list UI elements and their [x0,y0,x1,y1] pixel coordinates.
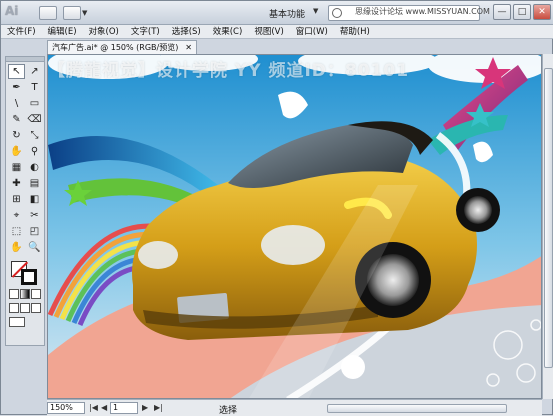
scale-tool-icon[interactable]: ⤡ [26,128,43,143]
document-tab[interactable]: 汽车广告.ai* @ 150% (RGB/预览) ✕ [47,40,197,54]
last-page-icon[interactable]: ▶| [154,403,163,412]
workspace-switcher[interactable]: 基本功能 [269,7,305,20]
stroke-swatch[interactable] [21,269,37,285]
rectangle-tool-icon[interactable]: ▭ [26,96,43,111]
vertical-scrollbar[interactable] [542,54,553,399]
fill-stroke-swatches [9,259,41,285]
selection-tool-icon[interactable]: ↖ [8,64,25,79]
arrange-documents-icon[interactable] [63,6,81,20]
horizontal-scroll-thumb[interactable] [327,404,507,413]
tools-panel: ↖ ↗ ✒ T \ ▭ ✎ ⌫ ↻ ⤡ ✋ ⚲ ▦ ◐ ✚ ▤ ⊞ ◧ ⌖ ✂ … [5,56,45,346]
status-mode-label: 选择 [219,406,238,416]
menu-help[interactable]: 帮助(H) [334,25,376,39]
minimize-button[interactable]: — [493,4,511,20]
next-page-icon[interactable]: ▶ [142,403,148,412]
menu-edit[interactable]: 编辑(E) [42,25,83,39]
live-paint-tool-icon[interactable]: ⌖ [8,208,25,223]
slice-tool-icon[interactable]: ◰ [26,224,43,239]
menu-view[interactable]: 视图(V) [248,25,289,39]
blend-tool-icon[interactable]: ◧ [26,192,43,207]
maximize-button[interactable]: □ [513,4,531,20]
menu-window[interactable]: 窗口(W) [290,25,334,39]
window-controls: — □ ✕ [493,4,551,20]
tool-grid: ↖ ↗ ✒ T \ ▭ ✎ ⌫ ↻ ⤡ ✋ ⚲ ▦ ◐ ✚ ▤ ⊞ ◧ ⌖ ✂ … [6,62,44,257]
illustrator-window: Ai ▼ 基本功能 ▼ 思缘设计论坛 www.MISSYUAN.COM — □ … [0,0,553,416]
warp-tool-icon[interactable]: ✋ [8,144,25,159]
gradient-tool-icon[interactable]: ▤ [26,176,43,191]
draw-normal-icon[interactable] [9,303,19,313]
white-dot [341,355,365,379]
prev-page-icon[interactable]: ◀ [101,403,107,412]
scissors-tool-icon[interactable]: ✂ [26,208,43,223]
draw-mode-row [6,301,44,315]
eraser-tool-icon[interactable]: ⌫ [26,112,43,127]
line-tool-icon[interactable]: \ [8,96,25,111]
artboard-canvas[interactable]: 【腾龍视觉】设计学院 YY 频道ID：80101 [47,54,542,399]
status-bar: 150% |◀ ◀ 1 ▶ ▶| 选择 [47,399,542,416]
menu-effect[interactable]: 效果(C) [207,25,249,39]
none-mode-icon[interactable] [31,289,41,299]
search-icon [332,8,342,18]
free-transform-tool-icon[interactable]: ⚲ [26,144,43,159]
artboard-tool-icon[interactable]: ⬚ [8,224,25,239]
color-mode-icon[interactable] [9,289,19,299]
menu-select[interactable]: 选择(S) [166,25,207,39]
symbol-sprayer-tool-icon[interactable]: ▦ [8,160,25,175]
car-advertisement-artwork [48,55,541,398]
eyedropper-tool-icon[interactable]: ⊞ [8,192,25,207]
first-page-icon[interactable]: |◀ [89,403,98,412]
chevron-down-icon[interactable]: ▼ [82,6,92,20]
menu-type[interactable]: 文字(T) [125,25,166,39]
pencil-tool-icon[interactable]: ✎ [8,112,25,127]
hand-tool-icon[interactable]: ✋ [8,240,25,255]
type-tool-icon[interactable]: T [26,80,43,95]
color-mode-row [6,287,44,301]
pen-tool-icon[interactable]: ✒ [8,80,25,95]
menu-object[interactable]: 对象(O) [83,25,125,39]
graph-tool-icon[interactable]: ◐ [26,160,43,175]
screen-mode-icon[interactable] [9,317,25,327]
mesh-tool-icon[interactable]: ✚ [8,176,25,191]
draw-behind-icon[interactable] [20,303,30,313]
watermark-text: 思缘设计论坛 www.MISSYUAN.COM [355,7,490,16]
title-bar: Ai ▼ 基本功能 ▼ 思缘设计论坛 www.MISSYUAN.COM — □ … [1,1,553,25]
rotate-tool-icon[interactable]: ↻ [8,128,25,143]
menu-file[interactable]: 文件(F) [1,25,42,39]
overlay-watermark-text: 【腾龍视觉】设计学院 YY 频道ID：80101 [48,61,410,81]
chevron-down-icon[interactable]: ▼ [313,7,318,15]
zoom-field[interactable]: 150% [47,402,85,414]
vertical-scroll-thumb[interactable] [544,68,553,368]
direct-selection-tool-icon[interactable]: ↗ [26,64,43,79]
menu-bar: 文件(F) 编辑(E) 对象(O) 文字(T) 选择(S) 效果(C) 视图(V… [1,25,553,39]
app-logo: Ai [5,4,19,18]
document-tab-title: 汽车广告.ai* @ 150% (RGB/预览) [52,43,179,52]
draw-inside-icon[interactable] [31,303,41,313]
page-number-field[interactable]: 1 [110,402,138,414]
screen-mode-row [6,315,44,329]
zoom-tool-icon[interactable]: 🔍 [26,240,43,255]
close-icon[interactable]: ✕ [185,41,192,54]
bridge-icon[interactable] [39,6,57,20]
gradient-mode-icon[interactable] [20,289,30,299]
close-button[interactable]: ✕ [533,4,551,20]
